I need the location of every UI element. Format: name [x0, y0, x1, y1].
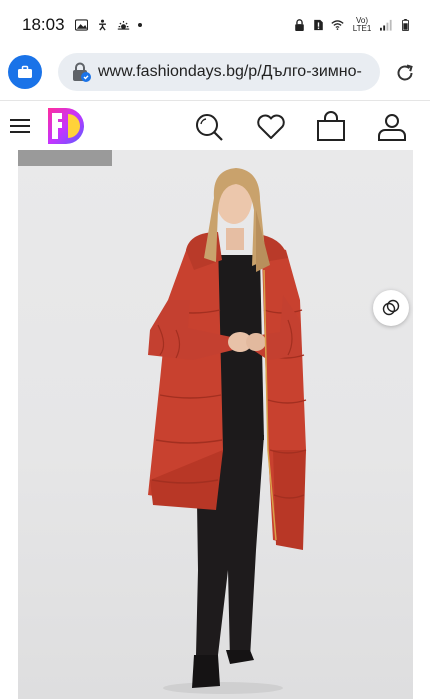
similar-products-button[interactable] [373, 290, 409, 326]
search-icon[interactable] [193, 111, 225, 143]
briefcase-icon [18, 65, 32, 78]
fashiondays-logo[interactable] [46, 107, 88, 145]
bag-icon[interactable] [315, 111, 347, 143]
signal-icon [380, 19, 392, 31]
status-time: 18:03 [22, 15, 65, 34]
reload-icon[interactable] [394, 62, 416, 84]
battery-icon [402, 19, 409, 31]
status-system-icons: Vo) LTE1 [293, 17, 412, 33]
menu-icon[interactable] [10, 118, 30, 134]
more-notifications-dot [137, 23, 142, 27]
account-icon[interactable] [376, 111, 408, 143]
lock-icon [295, 19, 304, 31]
product-image[interactable] [18, 150, 413, 699]
weather-icon [117, 20, 129, 30]
browser-toolbar: www.fashiondays.bg/p/Дълго-зимно- [0, 50, 430, 100]
sim-alert-icon [314, 19, 323, 31]
heart-icon[interactable] [255, 111, 287, 143]
overlap-circles-icon [382, 299, 400, 316]
gallery-icon [74, 19, 88, 31]
site-lock-icon [73, 62, 91, 82]
wifi-icon [331, 20, 344, 30]
url-text: www.fashiondays.bg/p/Дълго-зимно- [98, 63, 362, 80]
image-progress-indicator [18, 150, 112, 166]
product-gallery [0, 150, 430, 699]
accessibility-icon [98, 19, 106, 31]
site-header [0, 100, 430, 150]
model-illustration [148, 168, 307, 694]
status-bar: 18:03 Vo) LTE1 [0, 0, 430, 50]
status-notification-icons [74, 19, 142, 31]
address-bar[interactable]: www.fashiondays.bg/p/Дълго-зимно- [58, 53, 380, 91]
tab-switcher-button[interactable] [8, 55, 42, 89]
network-type-label: Vo) LTE1 [352, 16, 372, 33]
